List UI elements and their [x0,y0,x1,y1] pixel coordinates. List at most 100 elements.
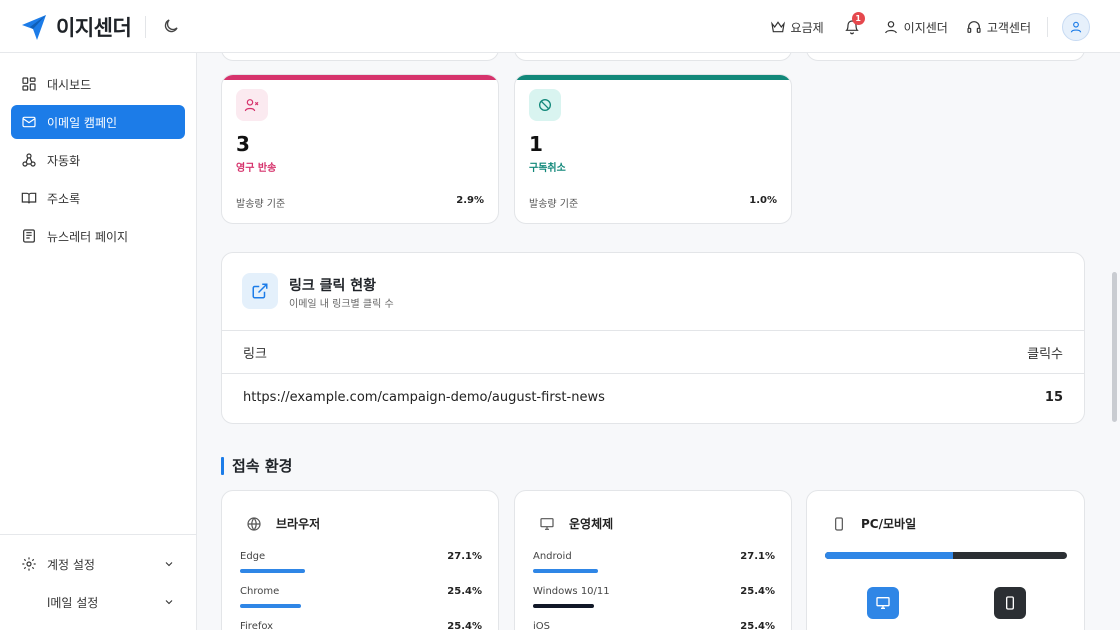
stat-accent-bar [222,75,498,80]
header-actions: 요금제 1 이지센더 고객센터 [752,12,1090,42]
os-card-title: 운영체제 [569,517,614,531]
os-row: iOS 25.4% [533,621,775,630]
external-link-icon [242,273,278,309]
dashboard-icon [22,77,36,91]
device-card-title: PC/모바일 [861,517,917,531]
column-header-clicks: 클릭수 [1027,347,1063,362]
sidebar-item-newsletter-page[interactable]: 뉴스레터 페이지 [11,219,185,253]
device-ratio-fill-pc [825,552,954,559]
stat-value: 3 [236,132,250,156]
browser-name: Chrome [240,586,280,597]
browser-card-header: 브라우저 [246,515,320,532]
stat-footnote: 발송량 기준 [529,199,579,210]
sidebar-item-mail-settings[interactable]: l메일 설정 [11,587,185,617]
monitor-icon [540,517,554,530]
sidebar-item-label: 뉴스레터 페이지 [47,229,129,244]
browser-percent: 25.4% [447,586,482,597]
monitor-icon [876,597,890,609]
browser-row: Edge 27.1% [240,551,482,575]
stat-percent: 2.9% [456,195,484,206]
device-card-header: PC/모바일 [831,515,916,532]
pc-button[interactable] [867,587,899,619]
column-header-link: 링크 [243,347,267,362]
gear-icon [22,557,36,571]
stat-card-unsubscribe: 1 구독취소 발송량 기준 1.0% [514,74,792,224]
link-clicks-card: 링크 클릭 현황 이메일 내 링크별 클릭 수 링크 클릭수 https://e… [221,252,1085,424]
divider [222,330,1084,331]
device-card: PC/모바일 [806,490,1085,630]
browser-card-title: 브라우저 [276,517,321,531]
sidebar-item-automation[interactable]: 자동화 [11,143,185,177]
stat-label: 구독취소 [529,163,566,174]
plan-link[interactable]: 요금제 [770,19,824,36]
sidebar: 대시보드 이메일 캠페인 자동화 주소록 뉴스레터 페이지 계정 설정 l메일 … [0,53,197,630]
sidebar-item-label: 대시보드 [47,77,92,92]
stat-percent: 1.0% [749,195,777,206]
device-ratio-bar [825,552,1067,559]
globe-icon [247,516,261,531]
os-bar [533,569,599,573]
stat-accent-bar [515,75,791,80]
top-bar: 이지센더 요금제 1 이지센더 고객센터 [0,0,1120,53]
app-logo[interactable]: 이지센더 [20,12,132,42]
mobile-button[interactable] [994,587,1026,619]
user-x-icon [236,89,268,121]
stat-card-partial [514,53,792,61]
link-url[interactable]: https://example.com/campaign-demo/august… [243,390,605,405]
app-title: 이지센더 [56,16,132,40]
os-row: Windows 10/11 25.4% [533,586,775,610]
section-title-environment: 접속 환경 [221,455,292,476]
support-link[interactable]: 고객센터 [966,19,1031,36]
sidebar-item-dashboard[interactable]: 대시보드 [11,67,185,101]
link-card-title: 링크 클릭 현황 [289,278,377,294]
ban-icon [529,89,561,121]
stat-footnote: 발송량 기준 [236,199,286,210]
stat-label: 영구 반송 [236,163,277,174]
notification-badge: 1 [851,12,865,25]
stat-card-partial [806,53,1085,61]
dark-mode-toggle[interactable] [162,17,180,39]
browser-bar [240,604,301,608]
os-name: iOS [533,621,550,630]
header-divider [145,16,146,38]
browser-bar [240,569,306,573]
mobile-icon [835,516,843,531]
browser-row: Firefox 25.4% [240,621,482,630]
os-name: Android [533,551,572,562]
mobile-icon [1006,596,1014,610]
browser-percent: 27.1% [447,551,482,562]
newspaper-icon [23,229,35,243]
sidebar-item-address-book[interactable]: 주소록 [11,181,185,215]
stat-card-hard-bounce: 3 영구 반송 발송량 기준 2.9% [221,74,499,224]
link-click-count: 15 [1044,390,1063,405]
plan-label: 요금제 [790,20,824,35]
page-scrollbar[interactable] [1112,272,1117,422]
book-icon [21,192,37,204]
mail-icon [22,116,36,128]
os-row: Android 27.1% [533,551,775,575]
chevron-down-icon [165,562,173,567]
crown-icon [770,21,785,33]
sidebar-item-email-campaign[interactable]: 이메일 캠페인 [11,105,185,139]
paper-plane-icon [22,15,46,40]
moon-icon [164,19,178,33]
section-accent [221,456,224,475]
browser-name: Edge [240,551,266,562]
sidebar-item-account-settings[interactable]: 계정 설정 [11,549,185,579]
os-percent: 27.1% [740,551,775,562]
os-card: 운영체제 Android 27.1% Windows 10/11 25.4% i… [514,490,792,630]
browser-percent: 25.4% [447,621,482,630]
os-bar [533,604,594,608]
sidebar-item-label: l메일 설정 [47,595,99,610]
notifications-button[interactable]: 1 [844,12,865,35]
section-title-text: 접속 환경 [232,457,293,475]
avatar[interactable] [1062,13,1090,41]
user-icon [884,21,897,34]
main-content: 3 영구 반송 발송량 기준 2.9% 1 구독취소 발송량 기준 1.0% 링… [197,53,1120,630]
os-percent: 25.4% [740,586,775,597]
sidebar-item-label: 자동화 [47,153,81,168]
sidebar-item-label: 계정 설정 [47,557,95,572]
os-name: Windows 10/11 [533,586,610,597]
sidebar-item-label: 주소록 [47,191,81,206]
user-menu[interactable]: 이지센더 [883,19,948,36]
